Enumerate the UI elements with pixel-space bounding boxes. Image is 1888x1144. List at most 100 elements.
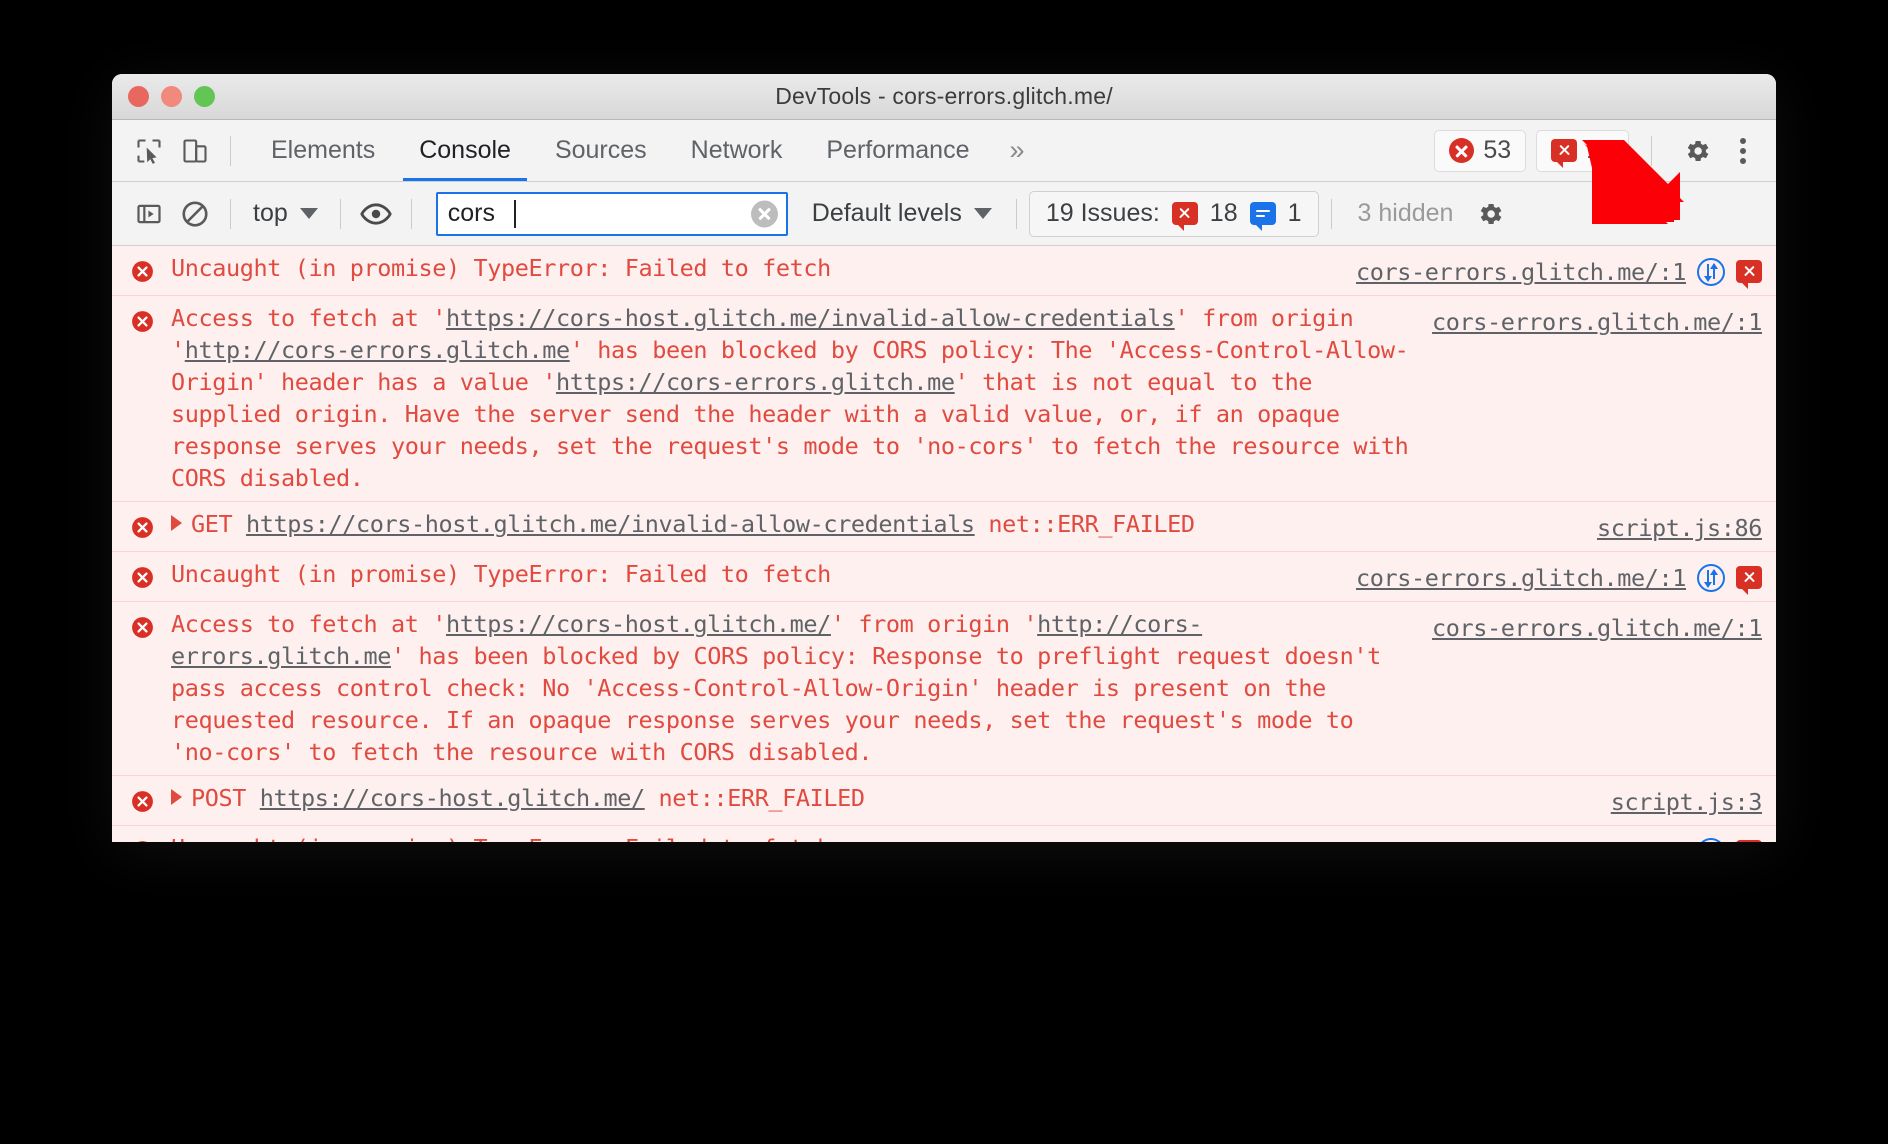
tab-elements[interactable]: Elements (249, 120, 397, 181)
message-text-fragment: POST (191, 784, 260, 812)
error-count-chip[interactable]: 53 (1434, 129, 1527, 172)
tab-network[interactable]: Network (669, 120, 805, 181)
console-message-list[interactable]: Uncaught (in promise) TypeError: Failed … (112, 246, 1776, 842)
issues-info-count: 1 (1287, 199, 1302, 227)
error-circle-x-icon (130, 565, 155, 590)
network-request-icon[interactable] (1697, 838, 1725, 842)
chevron-down-icon (973, 208, 992, 219)
console-message-row[interactable]: Uncaught (in promise) TypeError: Failed … (112, 826, 1776, 842)
error-count-label: 53 (1483, 136, 1512, 164)
message-text-fragment: ' from origin ' (830, 610, 1038, 638)
window-title: DevTools - cors-errors.glitch.me/ (775, 83, 1113, 109)
console-message-text: Access to fetch at 'https://cors-host.gl… (171, 302, 1418, 494)
issue-bubble-x-icon (1551, 139, 1578, 168)
log-levels-label: Default levels (811, 199, 962, 227)
devtools-tabbar: Elements Console Sources Network Perform… (112, 120, 1776, 182)
issue-count-chip[interactable]: 18 (1536, 129, 1629, 172)
execution-context-selector[interactable]: top (243, 199, 328, 228)
tabbar-divider (230, 135, 231, 166)
console-message-row[interactable]: Uncaught (in promise) TypeError: Failed … (112, 552, 1776, 602)
tab-performance[interactable]: Performance (804, 120, 991, 181)
message-source-link[interactable]: cors-errors.glitch.me/:1 (1432, 306, 1762, 338)
hidden-messages-count: 3 hidden (1357, 199, 1454, 227)
console-message-row[interactable]: Uncaught (in promise) TypeError: Failed … (112, 246, 1776, 296)
network-request-icon[interactable] (1697, 258, 1725, 286)
issue-bubble-info-icon (1249, 202, 1276, 231)
window-traffic-lights[interactable] (128, 86, 215, 107)
console-filter-field[interactable] (435, 191, 788, 236)
console-sidebar-icon[interactable] (126, 191, 172, 237)
device-toolbar-icon[interactable] (172, 128, 218, 174)
inspect-cursor-icon[interactable] (126, 128, 172, 174)
console-settings-gear-icon[interactable] (1467, 191, 1513, 237)
console-message-row[interactable]: Access to fetch at 'https://cors-host.gl… (112, 602, 1776, 776)
error-circle-x-icon (130, 789, 155, 814)
message-text-fragment: GET (191, 510, 246, 538)
search-input[interactable] (435, 191, 788, 236)
filterbar-divider-3 (410, 198, 412, 229)
error-circle-x-icon (130, 259, 155, 284)
console-message-meta: script.js:86 (1597, 508, 1762, 544)
error-circle-x-icon (130, 839, 155, 842)
console-message-meta: cors-errors.glitch.me/:1 (1356, 252, 1762, 289)
message-url-link[interactable]: http://cors-errors.glitch.me (185, 336, 570, 364)
gear-icon[interactable] (1674, 128, 1720, 174)
message-source-link[interactable]: script.js:86 (1597, 512, 1762, 544)
devtools-window: DevTools - cors-errors.glitch.me/ Elemen… (112, 74, 1776, 842)
issue-bubble-x-icon[interactable] (1736, 566, 1762, 595)
tab-console[interactable]: Console (397, 120, 533, 181)
console-message-row[interactable]: GET https://cors-host.glitch.me/invalid-… (112, 502, 1776, 552)
maximize-window-button[interactable] (194, 86, 215, 107)
filterbar-divider-5 (1330, 198, 1332, 229)
console-message-text: Uncaught (in promise) TypeError: Failed … (171, 558, 1342, 590)
network-request-icon[interactable] (1697, 564, 1725, 592)
console-message-meta: cors-errors.glitch.me/:1 (1432, 608, 1762, 644)
console-message-row[interactable]: Access to fetch at 'https://cors-host.gl… (112, 296, 1776, 502)
filterbar-divider-4 (1015, 198, 1017, 229)
clear-input-icon[interactable] (750, 200, 778, 227)
message-source-link[interactable]: cors-errors.glitch.me/:1 (1356, 256, 1686, 288)
live-expression-eye-icon[interactable] (353, 191, 399, 237)
message-url-link[interactable]: https://cors-host.glitch.me/invalid-allo… (246, 510, 975, 538)
console-filter-toolbar: top Default levels (112, 182, 1776, 246)
message-text-fragment: Uncaught (in promise) TypeError: Failed … (171, 560, 831, 588)
console-message-row[interactable]: POST https://cors-host.glitch.me/ net::E… (112, 776, 1776, 826)
message-source-link[interactable]: cors-errors.glitch.me/:1 (1356, 836, 1686, 842)
more-tabs-chevron-icon[interactable]: » (991, 135, 1042, 166)
text-cursor (513, 199, 516, 228)
issue-bubble-x-icon[interactable] (1736, 260, 1762, 289)
issues-summary-chip[interactable]: 19 Issues: 18 1 (1028, 190, 1319, 237)
message-source-link[interactable]: script.js:3 (1611, 786, 1763, 818)
screenshot-root: DevTools - cors-errors.glitch.me/ Elemen… (0, 0, 1888, 1144)
error-circle-x-icon (130, 515, 155, 540)
message-source-link[interactable]: cors-errors.glitch.me/:1 (1432, 612, 1762, 644)
message-url-link[interactable]: https://cors-host.glitch.me/ (260, 784, 645, 812)
kebab-menu-icon[interactable] (1730, 137, 1762, 164)
message-url-link[interactable]: https://cors-host.glitch.me/invalid-allo… (446, 304, 1175, 332)
console-message-meta: cors-errors.glitch.me/:1 (1356, 832, 1762, 842)
message-source-link[interactable]: cors-errors.glitch.me/:1 (1356, 562, 1686, 594)
issue-count-label: 18 (1586, 136, 1614, 164)
expand-triangle-icon[interactable] (171, 789, 182, 805)
issue-bubble-x-icon (1171, 202, 1198, 231)
message-url-link[interactable]: https://cors-host.glitch.me/ (446, 610, 831, 638)
console-message-text: Access to fetch at 'https://cors-host.gl… (171, 608, 1418, 768)
log-levels-selector[interactable]: Default levels (800, 199, 1004, 228)
tabbar-right-divider (1651, 135, 1652, 166)
clear-console-icon[interactable] (172, 191, 218, 237)
message-text-fragment: Uncaught (in promise) TypeError: Failed … (171, 254, 831, 282)
message-text-fragment: Access to fetch at ' (171, 610, 446, 638)
chevron-down-icon (299, 208, 318, 219)
issue-bubble-x-icon[interactable] (1736, 840, 1762, 842)
tab-sources[interactable]: Sources (533, 120, 669, 181)
tabbar-right-group: 53 18 (1434, 128, 1762, 174)
message-text-fragment: Access to fetch at ' (171, 304, 446, 332)
issues-error-count: 18 (1209, 199, 1238, 227)
console-message-text: GET https://cors-host.glitch.me/invalid-… (171, 508, 1583, 540)
message-url-link[interactable]: https://cors-errors.glitch.me (556, 368, 955, 396)
console-message-meta: script.js:3 (1611, 782, 1763, 818)
close-window-button[interactable] (128, 86, 149, 107)
expand-triangle-icon[interactable] (171, 515, 182, 531)
minimize-window-button[interactable] (161, 86, 182, 107)
console-message-text: Uncaught (in promise) TypeError: Failed … (171, 832, 1342, 842)
